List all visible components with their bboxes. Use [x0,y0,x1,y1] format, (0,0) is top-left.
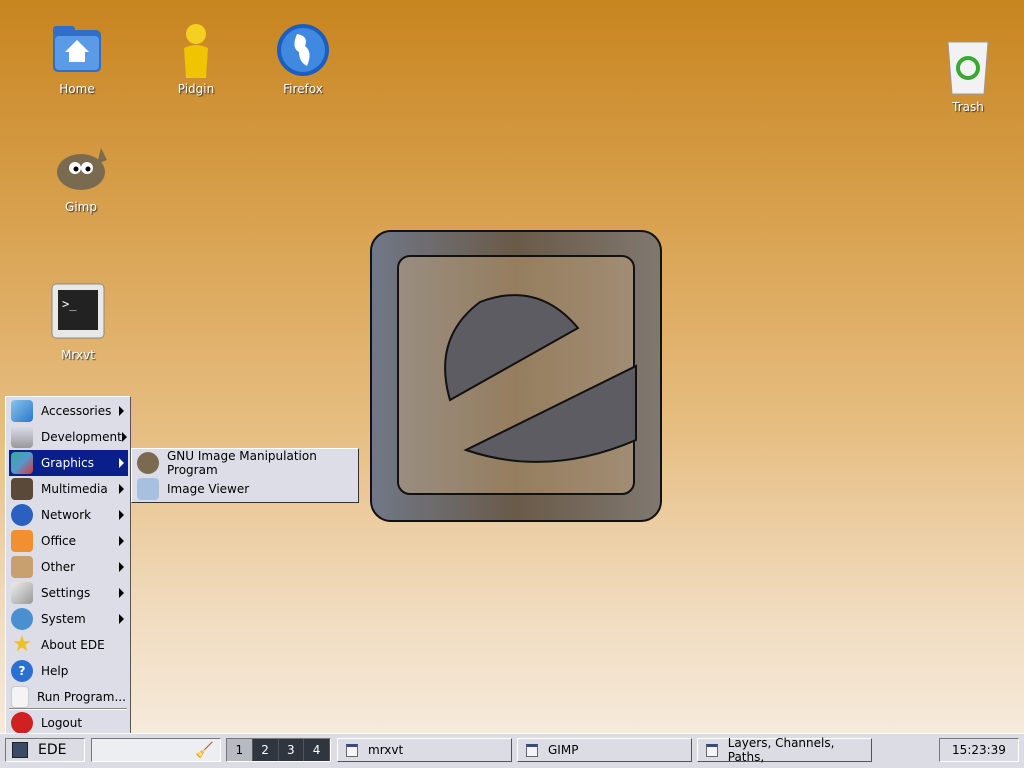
star-icon: ★ [12,632,32,657]
desktop-icon-home[interactable]: Home [32,22,122,96]
submenu-arrow-icon [121,432,127,442]
submenu-arrow-icon [119,588,124,598]
submenu-arrow-icon [119,562,124,572]
menu-item-label: Settings [41,586,91,600]
desktop-icon-label: Gimp [65,200,97,214]
task-label: Layers, Channels, Paths, [727,736,835,764]
desktop-icon-firefox[interactable]: Firefox [258,22,348,96]
desktop-icon-label: Firefox [283,82,323,96]
task-label: mrxvt [368,743,404,757]
svg-text:>_: >_ [62,297,77,311]
menu-item-help[interactable]: ? Help [9,658,128,684]
ede-logo-icon [12,742,28,758]
submenu-arrow-icon [119,510,124,520]
quick-run-input[interactable]: 🧹 [91,738,221,762]
desktop-icon-label: Pidgin [177,82,215,96]
development-icon [11,426,33,448]
menu-item-other[interactable]: Other [9,554,128,580]
broom-clear-icon[interactable]: 🧹 [195,741,214,759]
image-viewer-icon [137,478,159,500]
task-button-gimp[interactable]: GIMP [517,738,692,762]
firefox-globe-icon [275,22,331,78]
submenu-arrow-icon [119,614,124,624]
taskbar: EDE 🧹 1 2 3 4 mrxvt GIMP Layers, Channel… [0,733,1024,768]
start-label: EDE [38,742,67,758]
desktop-icon-gimp[interactable]: Gimp [36,140,126,214]
menu-item-label: Accessories [41,404,112,418]
pidgin-icon [168,22,224,78]
menu-item-label: Network [41,508,92,522]
desktop-icon-label: Trash [952,100,984,114]
menu-item-label: Run Program... [37,690,126,704]
menu-item-label: Logout [41,716,83,730]
gimp-icon [137,452,159,474]
workspace-4[interactable]: 4 [304,739,330,761]
menu-item-label: Image Viewer [167,482,250,496]
menu-item-graphics[interactable]: Graphics [9,450,128,476]
wrench-icon [11,582,33,604]
submenu-arrow-icon [119,406,124,416]
menu-item-office[interactable]: Office [9,528,128,554]
other-box-icon [11,556,33,578]
task-button-layers[interactable]: Layers, Channels, Paths, [697,736,872,764]
desktop-icon-trash[interactable]: Trash [923,34,1013,114]
workspace-1[interactable]: 1 [227,739,253,761]
clock-time: 15:23:39 [952,743,1006,757]
ede-start-button[interactable]: EDE [5,738,85,762]
desktop-icon-pidgin[interactable]: Pidgin [151,22,241,96]
graphics-icon [11,452,33,474]
clock[interactable]: 15:23:39 [939,738,1019,762]
help-icon: ? [11,660,33,682]
terminal-icon: >_ [50,282,106,344]
task-button-mrxvt[interactable]: mrxvt [337,738,512,762]
desktop-icon-label: Home [59,82,95,96]
workspace-3[interactable]: 3 [278,739,305,761]
multimedia-icon [11,478,33,500]
menu-item-settings[interactable]: Settings [9,580,128,606]
menu-item-about[interactable]: ★ About EDE [9,632,128,658]
menu-item-network[interactable]: Network [9,502,128,528]
start-menu: Accessories Development Graphics Multime… [5,396,131,736]
task-label: GIMP [548,743,579,757]
gear-icon [11,608,33,630]
office-icon [11,530,33,552]
menu-item-development[interactable]: Development [9,424,128,450]
submenu-item-gimp[interactable]: GNU Image Manipulation Program [135,449,357,477]
trash-icon [940,34,996,96]
submenu-arrow-icon [119,458,124,468]
graphics-submenu: GNU Image Manipulation Program Image Vie… [131,448,359,503]
menu-item-label: Graphics [41,456,94,470]
submenu-item-image-viewer[interactable]: Image Viewer [135,476,357,502]
ede-wallpaper-logo [370,230,662,522]
menu-item-label: Help [41,664,69,678]
window-icon [346,743,358,757]
workspace-pager: 1 2 3 4 [226,738,331,762]
network-icon [11,504,33,526]
menu-item-system[interactable]: System [9,606,128,632]
menu-item-label: Development [41,430,122,444]
menu-item-multimedia[interactable]: Multimedia [9,476,128,502]
run-program-icon [11,686,29,708]
menu-item-label: Other [41,560,76,574]
menu-item-run-program[interactable]: Run Program... [9,684,128,710]
accessories-icon [11,400,33,422]
desktop-icon-mrxvt[interactable]: >_ Mrxvt [33,282,123,362]
menu-item-label: Office [41,534,77,548]
home-folder-icon [49,22,105,78]
power-icon [11,712,33,734]
workspace-2[interactable]: 2 [252,739,279,761]
menu-item-label: System [41,612,86,626]
submenu-arrow-icon [119,536,124,546]
menu-item-label: Multimedia [41,482,108,496]
desktop-icon-label: Mrxvt [61,348,95,362]
window-icon [706,743,718,757]
menu-item-accessories[interactable]: Accessories [9,398,128,424]
menu-item-label: GNU Image Manipulation Program [167,449,317,477]
gimp-icon [53,140,109,196]
window-icon [526,743,538,757]
menu-item-label: About EDE [41,638,105,652]
submenu-arrow-icon [119,484,124,494]
